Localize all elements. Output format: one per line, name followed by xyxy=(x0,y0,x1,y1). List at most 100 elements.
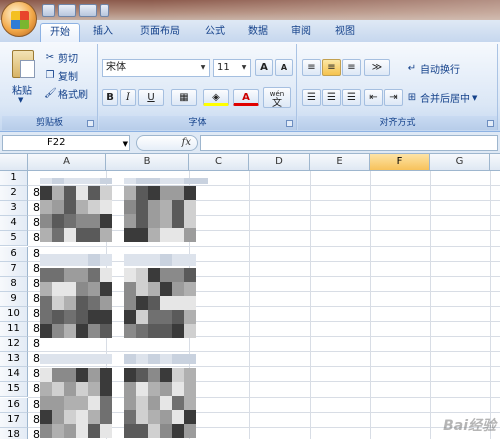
cell-a10[interactable]: 8 xyxy=(33,307,40,321)
cell-a5[interactable]: 8 xyxy=(33,231,40,245)
row-header-3[interactable]: 3 xyxy=(0,201,28,217)
tab-data[interactable]: 数据 xyxy=(241,23,275,42)
align-center-button[interactable]: ☰ xyxy=(322,89,341,106)
paste-dropdown-icon[interactable]: ▼ xyxy=(18,96,23,104)
align-middle-button[interactable]: ≡ xyxy=(322,59,341,76)
chevron-down-icon[interactable]: ▼ xyxy=(198,61,208,75)
align-bottom-button[interactable]: ≡ xyxy=(342,59,361,76)
mosaic-block xyxy=(160,268,172,282)
cell-a13[interactable]: 8 xyxy=(33,352,40,366)
tab-insert[interactable]: 插入 xyxy=(86,23,120,42)
row-header-8[interactable]: 8 xyxy=(0,276,28,292)
column-header-g[interactable]: G xyxy=(430,154,490,171)
column-header-c[interactable]: C xyxy=(189,154,249,171)
paste-icon[interactable] xyxy=(12,50,35,78)
name-box[interactable]: F22 ▼ xyxy=(2,135,130,151)
paste-label[interactable]: 粘贴 xyxy=(12,82,32,97)
tab-view[interactable]: 视图 xyxy=(328,23,362,42)
row-header-13[interactable]: 13 xyxy=(0,352,28,368)
tab-review[interactable]: 审阅 xyxy=(284,23,318,42)
cell-a16[interactable]: 8 xyxy=(33,398,40,412)
copy-button[interactable]: ❐ 复制 xyxy=(44,68,78,84)
row-header-5[interactable]: 5 xyxy=(0,231,28,247)
select-all-corner[interactable] xyxy=(0,154,28,171)
align-right-button[interactable]: ☰ xyxy=(342,89,361,106)
chevron-down-icon[interactable]: ▼ xyxy=(472,94,477,102)
tab-formulas[interactable]: 公式 xyxy=(198,23,232,42)
wrap-text-button[interactable]: ↵ 自动换行 xyxy=(406,61,460,77)
redo-icon[interactable] xyxy=(79,3,97,17)
tab-page-layout[interactable]: 页面布局 xyxy=(132,23,188,42)
row-header-6[interactable]: 6 xyxy=(0,246,28,262)
cut-button[interactable]: ✂ 剪切 xyxy=(44,50,78,66)
mosaic-block xyxy=(76,296,88,310)
clipboard-launcher-icon[interactable] xyxy=(87,120,94,127)
column-header-next[interactable] xyxy=(490,154,500,171)
row-header-11[interactable]: 11 xyxy=(0,322,28,337)
row-header-9[interactable]: 9 xyxy=(0,291,28,307)
row-header-15[interactable]: 15 xyxy=(0,382,28,398)
row-header-7[interactable]: 7 xyxy=(0,261,28,277)
italic-button[interactable]: I xyxy=(120,89,136,106)
orientation-button[interactable]: ≫ xyxy=(364,59,390,76)
cell-a17[interactable]: 8 xyxy=(33,413,40,427)
cell-a9[interactable]: 8 xyxy=(33,292,40,306)
insert-function-button[interactable]: fx xyxy=(182,137,191,148)
mosaic-block xyxy=(148,310,160,324)
customize-qat-icon[interactable] xyxy=(100,3,109,17)
cell-a3[interactable]: 8 xyxy=(33,201,40,215)
bold-button[interactable]: B xyxy=(102,89,118,106)
row-header-12[interactable]: 12 xyxy=(0,337,28,353)
merge-center-button[interactable]: ⊞ 合并后居中 ▼ xyxy=(406,90,478,106)
increase-indent-button[interactable]: ⇥ xyxy=(384,89,403,106)
chevron-down-icon[interactable]: ▼ xyxy=(123,137,128,151)
cell-a18[interactable]: 8 xyxy=(33,428,40,439)
cell-a11[interactable]: 8 xyxy=(33,322,40,336)
row-header-18[interactable]: 18 xyxy=(0,427,28,439)
undo-icon[interactable] xyxy=(58,3,76,17)
format-painter-button[interactable]: 🖌 格式刷 xyxy=(44,86,88,102)
cell-a6[interactable]: 8 xyxy=(33,247,40,261)
font-color-button[interactable]: A xyxy=(233,89,259,106)
grow-font-button[interactable]: A xyxy=(255,59,273,76)
underline-button[interactable]: U xyxy=(138,89,164,106)
save-icon[interactable] xyxy=(42,3,55,17)
worksheet-grid[interactable]: A B C D E F G 1 2 8 3 8 4 8 5 8 6 8 7 8 8 8 9 8 10 8 11 8 12 8… xyxy=(0,154,500,439)
column-header-e[interactable]: E xyxy=(310,154,370,171)
row-header-16[interactable]: 16 xyxy=(0,397,28,413)
mosaic-block xyxy=(52,268,64,282)
cell-a15[interactable]: 8 xyxy=(33,382,40,396)
align-top-button[interactable]: ≡ xyxy=(302,59,321,76)
formula-input[interactable] xyxy=(200,135,498,151)
phonetic-guide-button[interactable]: wén 文 xyxy=(263,87,291,109)
mosaic-block xyxy=(100,186,112,200)
column-header-d[interactable]: D xyxy=(249,154,310,171)
row-header-4[interactable]: 4 xyxy=(0,216,28,232)
cell-a14[interactable]: 8 xyxy=(33,367,40,381)
row-header-10[interactable]: 10 xyxy=(0,306,28,322)
fill-color-button[interactable]: ◈ xyxy=(203,89,229,106)
row-header-14[interactable]: 14 xyxy=(0,367,28,383)
borders-button[interactable]: ▦ xyxy=(171,89,197,106)
row-header-17[interactable]: 17 xyxy=(0,412,28,428)
font-size-select[interactable]: 11 ▼ xyxy=(213,59,251,77)
cell-a7[interactable]: 8 xyxy=(33,262,40,276)
column-header-a[interactable]: A xyxy=(28,154,106,171)
cell-a8[interactable]: 8 xyxy=(33,277,40,291)
font-family-select[interactable]: 宋体 ▼ xyxy=(102,59,210,77)
shrink-font-button[interactable]: A xyxy=(275,59,293,76)
column-header-f[interactable]: F xyxy=(370,154,430,171)
cell-a2[interactable]: 8 xyxy=(33,186,40,200)
column-header-b[interactable]: B xyxy=(106,154,189,171)
row-header-1[interactable]: 1 xyxy=(0,171,28,186)
align-left-button[interactable]: ☰ xyxy=(302,89,321,106)
tab-home[interactable]: 开始 xyxy=(40,23,80,42)
cell-a12[interactable]: 8 xyxy=(33,337,40,351)
alignment-launcher-icon[interactable] xyxy=(487,120,494,127)
decrease-indent-button[interactable]: ⇤ xyxy=(364,89,383,106)
chevron-down-icon[interactable]: ▼ xyxy=(239,61,249,75)
font-launcher-icon[interactable] xyxy=(286,120,293,127)
cell-a4[interactable]: 8 xyxy=(33,216,40,230)
office-button[interactable] xyxy=(1,1,37,37)
row-header-2[interactable]: 2 xyxy=(0,186,28,202)
